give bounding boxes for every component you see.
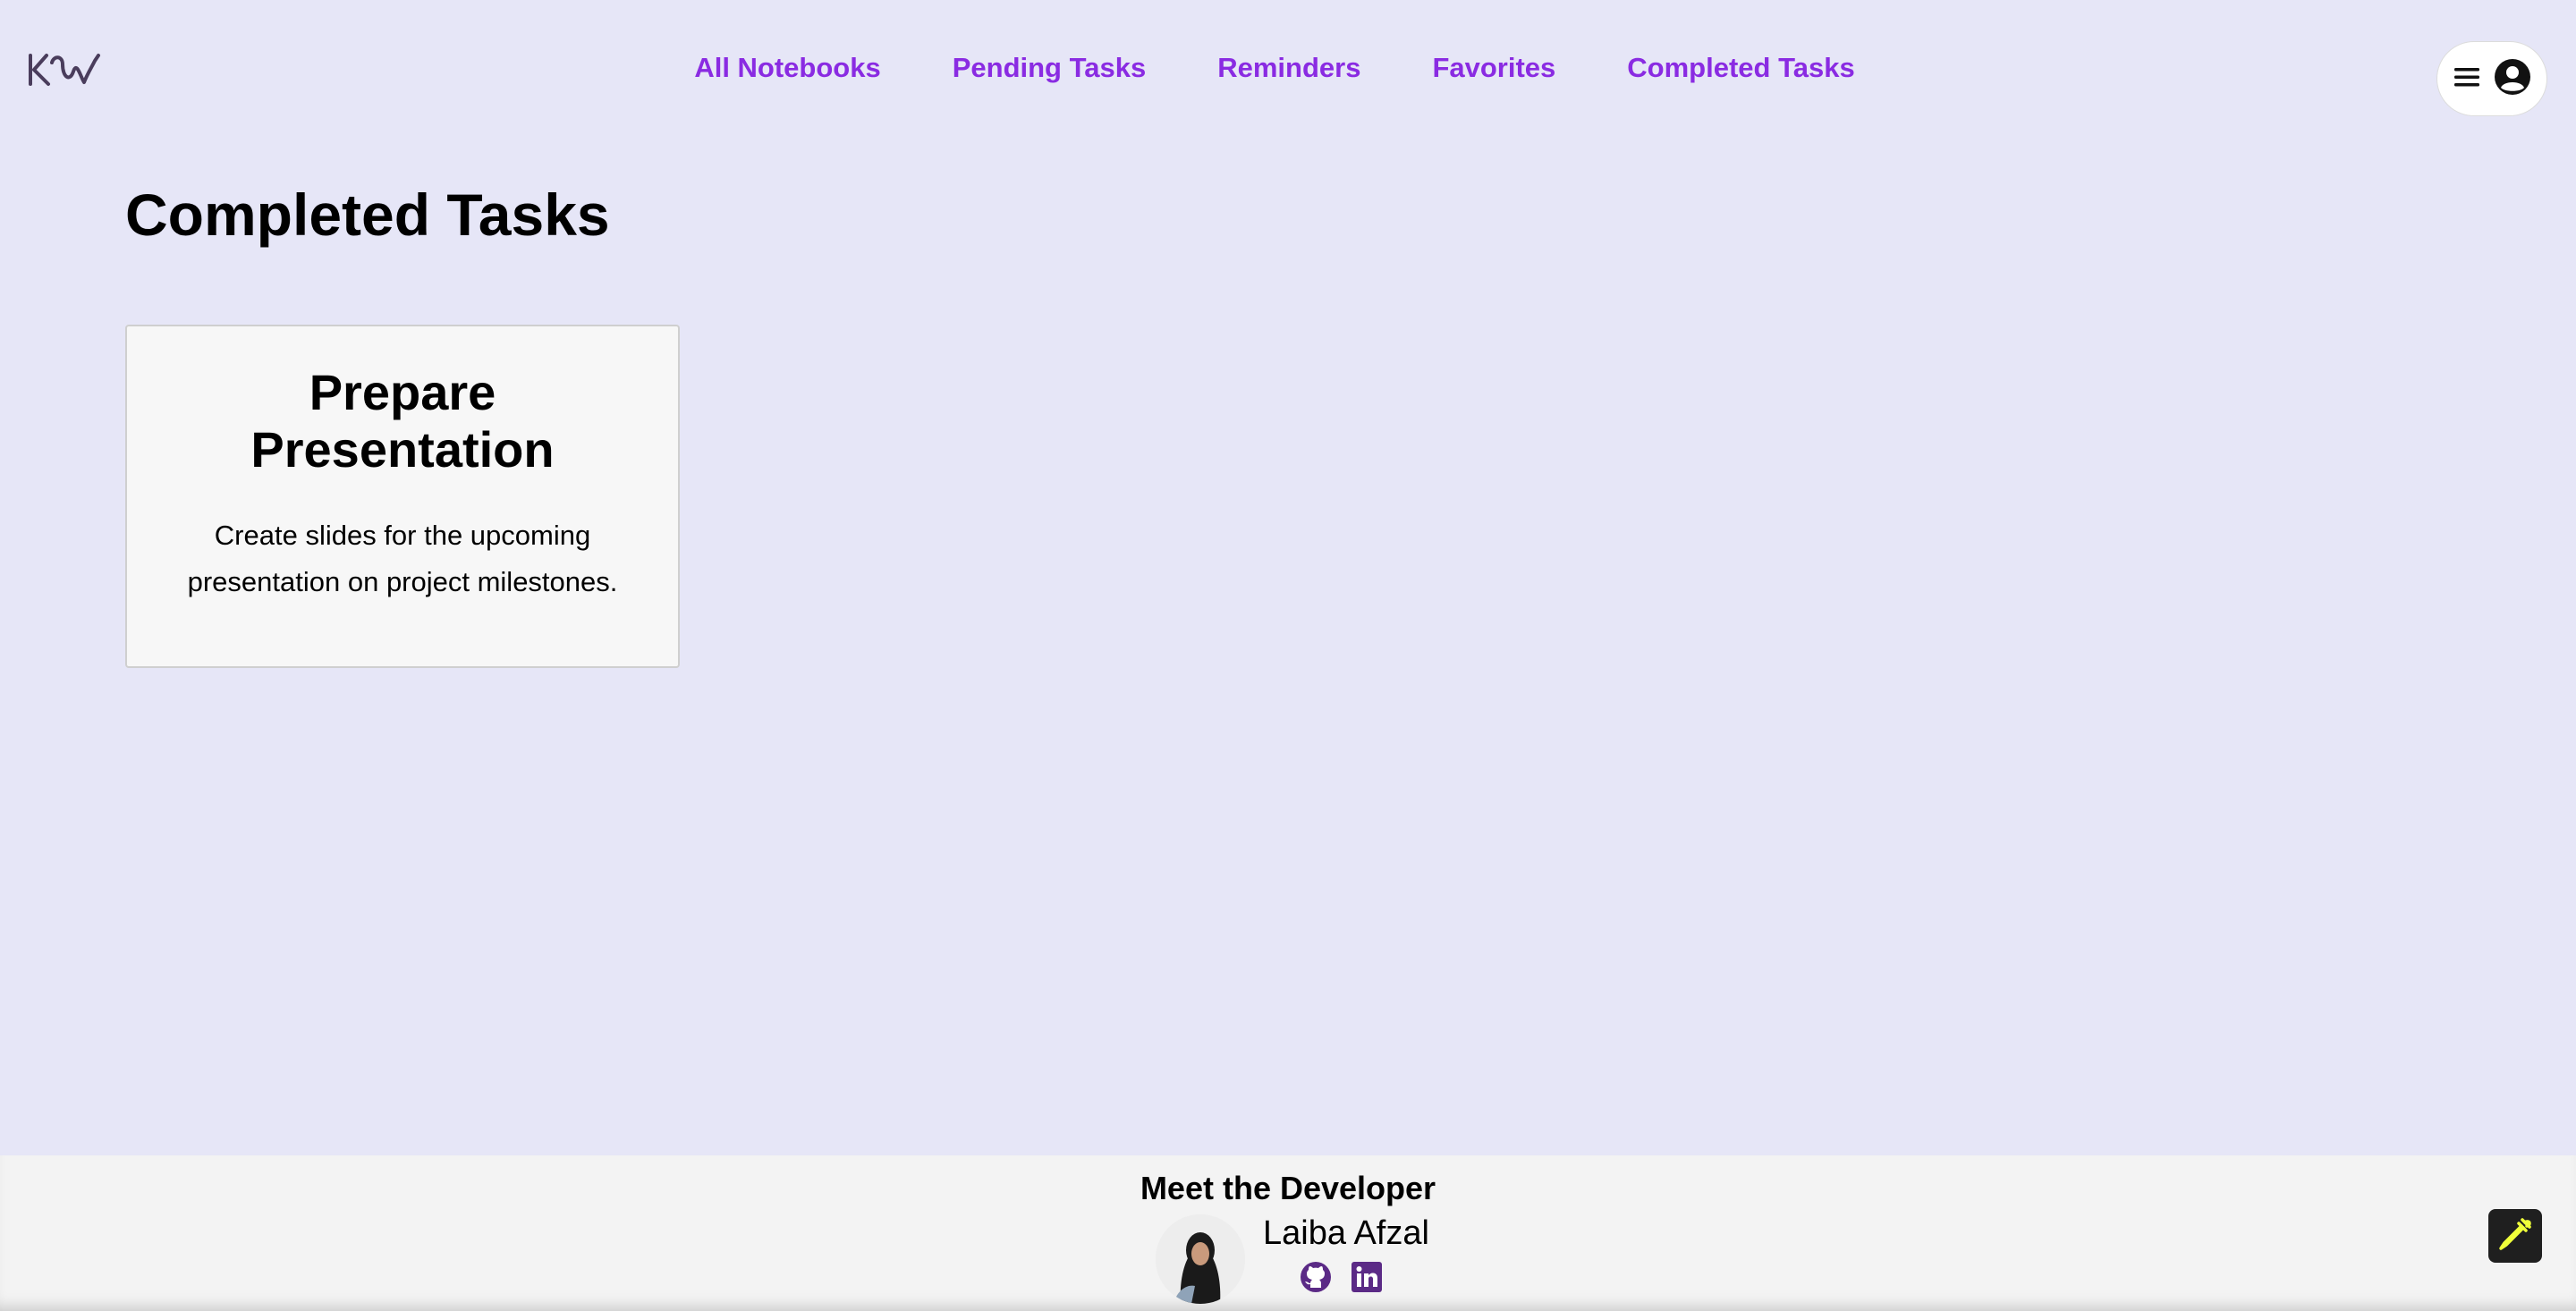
color-picker-button[interactable] xyxy=(2488,1209,2542,1263)
footer: Meet the Developer Laiba Afzal xyxy=(0,1155,2576,1311)
hamburger-menu-icon xyxy=(2453,66,2481,92)
eyedropper-icon xyxy=(2496,1214,2535,1258)
nav-reminders[interactable]: Reminders xyxy=(1217,52,1360,84)
user-circle-icon xyxy=(2494,58,2531,100)
nav-all-notebooks[interactable]: All Notebooks xyxy=(694,52,880,84)
linkedin-link[interactable] xyxy=(1351,1261,1383,1293)
page-title: Completed Tasks xyxy=(125,182,610,248)
task-card-title: Prepare Presentation xyxy=(250,364,555,478)
user-menu-button[interactable] xyxy=(2436,41,2547,116)
linkedin-icon xyxy=(1351,1262,1383,1297)
developer-avatar xyxy=(1156,1214,1245,1304)
github-link[interactable] xyxy=(1300,1261,1332,1293)
footer-title: Meet the Developer xyxy=(1140,1170,1436,1206)
task-card-description: Create slides for the upcoming presentat… xyxy=(187,520,618,597)
developer-name: Laiba Afzal xyxy=(1263,1214,1429,1252)
nav-completed-tasks[interactable]: Completed Tasks xyxy=(1627,52,1854,84)
github-icon xyxy=(1300,1262,1332,1297)
task-card[interactable]: Prepare Presentation Create slides for t… xyxy=(125,325,680,668)
nav-favorites[interactable]: Favorites xyxy=(1432,52,1555,84)
nav-pending-tasks[interactable]: Pending Tasks xyxy=(953,52,1147,84)
main-nav: All Notebooks Pending Tasks Reminders Fa… xyxy=(0,52,2576,84)
